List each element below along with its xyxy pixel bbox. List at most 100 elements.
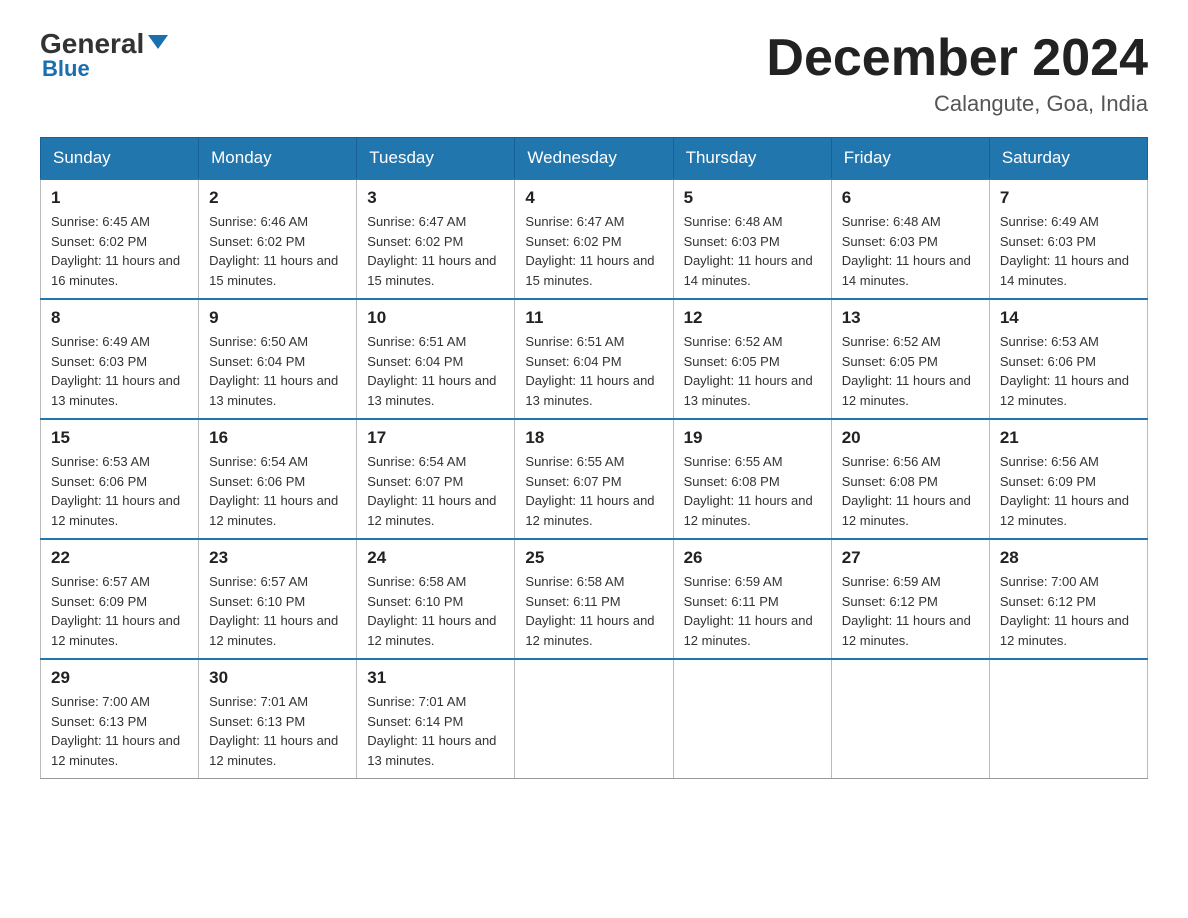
page-header: General Blue December 2024 Calangute, Go…	[40, 30, 1148, 117]
day-number: 6	[842, 188, 979, 208]
day-number: 1	[51, 188, 188, 208]
day-info: Sunrise: 6:55 AMSunset: 6:08 PMDaylight:…	[684, 452, 821, 530]
day-info: Sunrise: 6:51 AMSunset: 6:04 PMDaylight:…	[525, 332, 662, 410]
calendar-cell: 16 Sunrise: 6:54 AMSunset: 6:06 PMDayligh…	[199, 419, 357, 539]
day-number: 26	[684, 548, 821, 568]
day-number: 19	[684, 428, 821, 448]
calendar-cell: 28 Sunrise: 7:00 AMSunset: 6:12 PMDayligh…	[989, 539, 1147, 659]
logo: General Blue	[40, 30, 168, 82]
calendar-cell	[831, 659, 989, 779]
day-info: Sunrise: 6:48 AMSunset: 6:03 PMDaylight:…	[684, 212, 821, 290]
day-info: Sunrise: 7:00 AMSunset: 6:12 PMDaylight:…	[1000, 572, 1137, 650]
day-info: Sunrise: 6:48 AMSunset: 6:03 PMDaylight:…	[842, 212, 979, 290]
calendar-cell: 31Sunrise: 7:01 AMSunset: 6:14 PMDayligh…	[357, 659, 515, 779]
calendar-cell: 4 Sunrise: 6:47 AMSunset: 6:02 PMDaylight…	[515, 179, 673, 299]
day-info: Sunrise: 6:46 AMSunset: 6:02 PMDaylight:…	[209, 212, 346, 290]
day-number: 14	[1000, 308, 1137, 328]
calendar-cell	[673, 659, 831, 779]
calendar-cell: 29 Sunrise: 7:00 AMSunset: 6:13 PMDayligh…	[41, 659, 199, 779]
day-info: Sunrise: 6:58 AMSunset: 6:10 PMDaylight:…	[367, 572, 504, 650]
calendar-cell: 2 Sunrise: 6:46 AMSunset: 6:02 PMDaylight…	[199, 179, 357, 299]
day-number: 13	[842, 308, 979, 328]
day-info: Sunrise: 6:57 AMSunset: 6:09 PMDaylight:…	[51, 572, 188, 650]
day-number: 28	[1000, 548, 1137, 568]
calendar-cell: 25 Sunrise: 6:58 AMSunset: 6:11 PMDayligh…	[515, 539, 673, 659]
calendar-week-row: 8Sunrise: 6:49 AMSunset: 6:03 PMDaylight…	[41, 299, 1148, 419]
calendar-cell: 26 Sunrise: 6:59 AMSunset: 6:11 PMDayligh…	[673, 539, 831, 659]
day-number: 2	[209, 188, 346, 208]
calendar-cell: 22Sunrise: 6:57 AMSunset: 6:09 PMDayligh…	[41, 539, 199, 659]
day-number: 29	[51, 668, 188, 688]
calendar-cell: 23Sunrise: 6:57 AMSunset: 6:10 PMDayligh…	[199, 539, 357, 659]
calendar-cell: 15 Sunrise: 6:53 AMSunset: 6:06 PMDayligh…	[41, 419, 199, 539]
calendar-cell: 6 Sunrise: 6:48 AMSunset: 6:03 PMDaylight…	[831, 179, 989, 299]
calendar-cell: 18Sunrise: 6:55 AMSunset: 6:07 PMDayligh…	[515, 419, 673, 539]
day-number: 9	[209, 308, 346, 328]
calendar-week-row: 1 Sunrise: 6:45 AMSunset: 6:02 PMDaylight…	[41, 179, 1148, 299]
day-number: 5	[684, 188, 821, 208]
day-number: 25	[525, 548, 662, 568]
day-info: Sunrise: 6:51 AMSunset: 6:04 PMDaylight:…	[367, 332, 504, 410]
day-info: Sunrise: 6:47 AMSunset: 6:02 PMDaylight:…	[525, 212, 662, 290]
title-section: December 2024 Calangute, Goa, India	[766, 30, 1148, 117]
day-number: 20	[842, 428, 979, 448]
day-number: 7	[1000, 188, 1137, 208]
day-number: 17	[367, 428, 504, 448]
calendar-cell: 14 Sunrise: 6:53 AMSunset: 6:06 PMDayligh…	[989, 299, 1147, 419]
day-info: Sunrise: 6:45 AMSunset: 6:02 PMDaylight:…	[51, 212, 188, 290]
day-info: Sunrise: 6:49 AMSunset: 6:03 PMDaylight:…	[1000, 212, 1137, 290]
calendar-cell: 27 Sunrise: 6:59 AMSunset: 6:12 PMDayligh…	[831, 539, 989, 659]
day-number: 3	[367, 188, 504, 208]
day-of-week-header: Wednesday	[515, 138, 673, 180]
calendar-cell	[515, 659, 673, 779]
day-number: 4	[525, 188, 662, 208]
calendar-table: SundayMondayTuesdayWednesdayThursdayFrid…	[40, 137, 1148, 779]
day-of-week-header: Friday	[831, 138, 989, 180]
day-number: 24	[367, 548, 504, 568]
calendar-cell: 30 Sunrise: 7:01 AMSunset: 6:13 PMDayligh…	[199, 659, 357, 779]
day-info: Sunrise: 6:49 AMSunset: 6:03 PMDaylight:…	[51, 332, 188, 410]
day-number: 16	[209, 428, 346, 448]
calendar-week-row: 29 Sunrise: 7:00 AMSunset: 6:13 PMDayligh…	[41, 659, 1148, 779]
day-info: Sunrise: 6:52 AMSunset: 6:05 PMDaylight:…	[842, 332, 979, 410]
calendar-cell: 20Sunrise: 6:56 AMSunset: 6:08 PMDayligh…	[831, 419, 989, 539]
calendar-cell: 3 Sunrise: 6:47 AMSunset: 6:02 PMDaylight…	[357, 179, 515, 299]
logo-triangle-icon	[148, 35, 168, 49]
day-info: Sunrise: 6:47 AMSunset: 6:02 PMDaylight:…	[367, 212, 504, 290]
calendar-cell: 11Sunrise: 6:51 AMSunset: 6:04 PMDayligh…	[515, 299, 673, 419]
calendar-cell: 24 Sunrise: 6:58 AMSunset: 6:10 PMDayligh…	[357, 539, 515, 659]
logo-blue: Blue	[42, 56, 90, 82]
day-number: 21	[1000, 428, 1137, 448]
day-number: 30	[209, 668, 346, 688]
day-info: Sunrise: 6:53 AMSunset: 6:06 PMDaylight:…	[1000, 332, 1137, 410]
day-of-week-header: Monday	[199, 138, 357, 180]
calendar-cell: 13 Sunrise: 6:52 AMSunset: 6:05 PMDayligh…	[831, 299, 989, 419]
day-of-week-header: Tuesday	[357, 138, 515, 180]
day-number: 10	[367, 308, 504, 328]
day-of-week-header: Thursday	[673, 138, 831, 180]
calendar-cell: 17Sunrise: 6:54 AMSunset: 6:07 PMDayligh…	[357, 419, 515, 539]
day-info: Sunrise: 6:53 AMSunset: 6:06 PMDaylight:…	[51, 452, 188, 530]
day-number: 15	[51, 428, 188, 448]
day-info: Sunrise: 6:55 AMSunset: 6:07 PMDaylight:…	[525, 452, 662, 530]
main-title: December 2024	[766, 30, 1148, 87]
day-info: Sunrise: 6:50 AMSunset: 6:04 PMDaylight:…	[209, 332, 346, 410]
logo-general: General	[40, 30, 168, 58]
day-of-week-header: Saturday	[989, 138, 1147, 180]
day-info: Sunrise: 6:59 AMSunset: 6:11 PMDaylight:…	[684, 572, 821, 650]
day-info: Sunrise: 6:56 AMSunset: 6:09 PMDaylight:…	[1000, 452, 1137, 530]
day-info: Sunrise: 6:59 AMSunset: 6:12 PMDaylight:…	[842, 572, 979, 650]
day-info: Sunrise: 6:58 AMSunset: 6:11 PMDaylight:…	[525, 572, 662, 650]
calendar-cell: 10 Sunrise: 6:51 AMSunset: 6:04 PMDayligh…	[357, 299, 515, 419]
calendar-cell: 12Sunrise: 6:52 AMSunset: 6:05 PMDayligh…	[673, 299, 831, 419]
day-info: Sunrise: 7:00 AMSunset: 6:13 PMDaylight:…	[51, 692, 188, 770]
calendar-cell: 5 Sunrise: 6:48 AMSunset: 6:03 PMDaylight…	[673, 179, 831, 299]
day-info: Sunrise: 7:01 AMSunset: 6:13 PMDaylight:…	[209, 692, 346, 770]
calendar-cell: 8Sunrise: 6:49 AMSunset: 6:03 PMDaylight…	[41, 299, 199, 419]
day-number: 27	[842, 548, 979, 568]
day-info: Sunrise: 6:54 AMSunset: 6:06 PMDaylight:…	[209, 452, 346, 530]
calendar-cell	[989, 659, 1147, 779]
calendar-cell: 9 Sunrise: 6:50 AMSunset: 6:04 PMDaylight…	[199, 299, 357, 419]
calendar-cell: 21 Sunrise: 6:56 AMSunset: 6:09 PMDayligh…	[989, 419, 1147, 539]
day-number: 12	[684, 308, 821, 328]
